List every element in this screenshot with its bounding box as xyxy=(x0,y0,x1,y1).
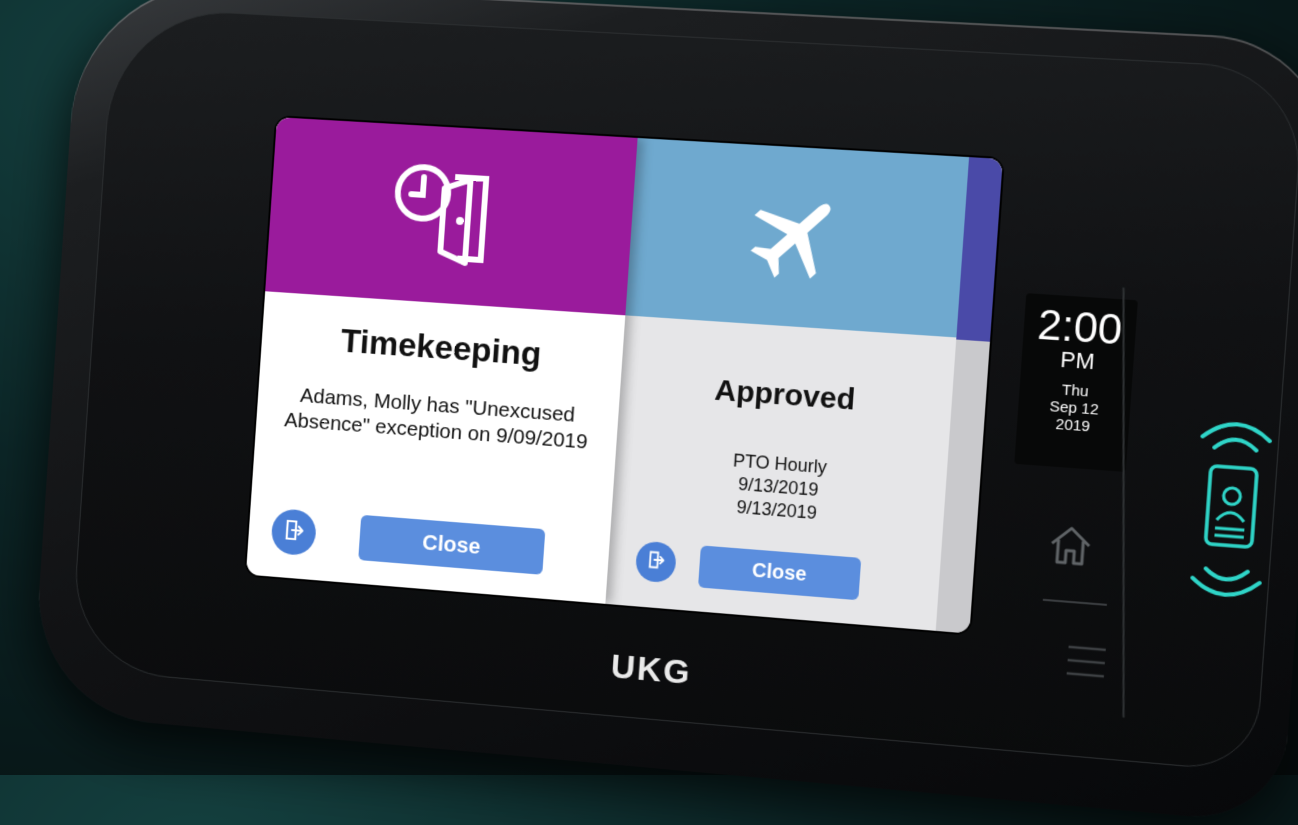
timekeeping-banner xyxy=(265,117,638,316)
contactless-signal-icon xyxy=(1191,567,1260,597)
timekeeping-card: Timekeeping Adams, Molly has "Unexcused … xyxy=(245,117,638,604)
close-button[interactable]: Close xyxy=(358,514,546,575)
close-button[interactable]: Close xyxy=(698,545,862,601)
approved-footer: Close xyxy=(607,530,941,608)
badge-reader[interactable] xyxy=(1175,403,1286,621)
time-clock-device: Timekeeping Adams, Molly has "Unexcused … xyxy=(31,0,1298,825)
airplane-icon xyxy=(734,173,858,296)
approved-card: Approved PTO Hourly 9/13/2019 9/13/2019 … xyxy=(605,137,970,631)
clock-time: 2:00 xyxy=(1036,300,1124,354)
menu-button[interactable] xyxy=(1056,639,1104,681)
approved-banner xyxy=(625,137,970,338)
logout-icon xyxy=(281,517,306,547)
panel-divider xyxy=(1122,287,1125,718)
timekeeping-message: Adams, Molly has "Unexcused Absence" exc… xyxy=(283,384,589,454)
badge-reader-icon xyxy=(1205,466,1257,547)
logout-button[interactable] xyxy=(634,540,678,584)
timekeeping-footer: Close xyxy=(247,502,610,582)
touch-screen: Timekeeping Adams, Molly has "Unexcused … xyxy=(245,117,1003,634)
approved-title: Approved xyxy=(713,373,857,417)
approved-details: PTO Hourly 9/13/2019 9/13/2019 xyxy=(630,442,929,533)
logout-button[interactable] xyxy=(270,507,318,557)
contactless-signal-icon xyxy=(1202,422,1271,451)
logout-icon xyxy=(645,549,667,575)
brand-logo: UKG xyxy=(609,647,693,693)
timekeeping-title: Timekeeping xyxy=(339,322,543,374)
home-button[interactable] xyxy=(1038,517,1091,570)
clock-panel: 2:00 PM Thu Sep 12 2019 xyxy=(1014,293,1138,472)
clock-door-icon xyxy=(383,155,517,276)
